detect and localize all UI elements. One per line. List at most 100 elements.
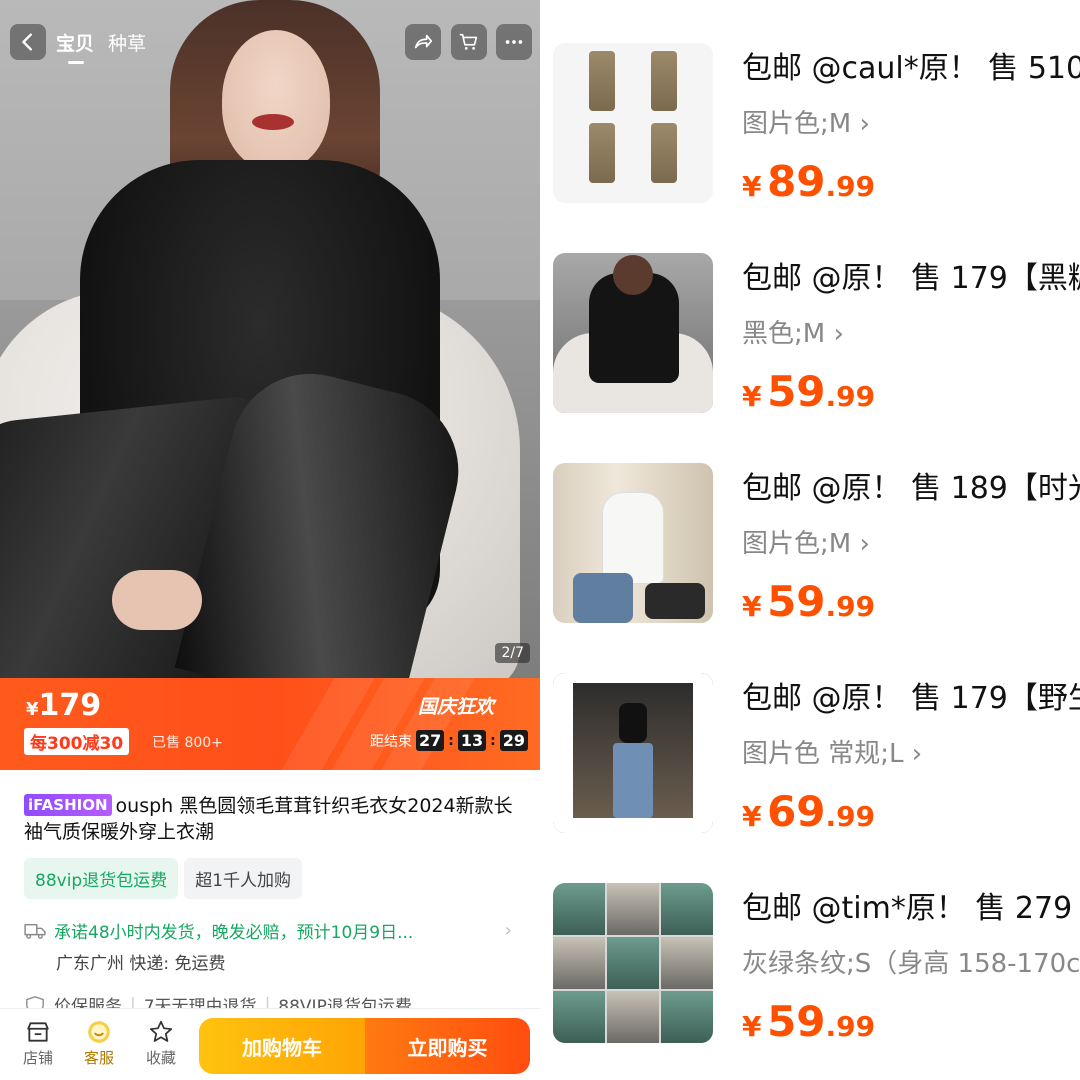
order-spec[interactable]: 图片色;M ›: [742, 523, 870, 560]
more-button[interactable]: [496, 24, 532, 60]
thumbnail-top: [619, 703, 647, 743]
price-currency: ¥: [742, 170, 762, 203]
list-item[interactable]: 包邮 @原！ 售 179【黑糖 黑色;M › ¥ 59.99: [540, 253, 1080, 453]
order-price: ¥ 89.99: [742, 157, 875, 206]
star-icon: [149, 1020, 173, 1042]
current-price: ¥179: [26, 688, 101, 723]
image-page-counter: 2/7: [495, 643, 530, 663]
order-spec[interactable]: 图片色;M ›: [742, 103, 870, 140]
photo-model-lips: [252, 114, 294, 130]
store-label: 店铺: [22, 1049, 53, 1067]
price-currency: ¥: [742, 800, 762, 833]
ifashion-badge: iFASHION: [24, 794, 112, 816]
thumbnail-collage-tile: [661, 991, 713, 1043]
thumbnail-jeans: [573, 573, 633, 623]
thumbnail-white-shirt: [603, 493, 663, 583]
thumbnail-collage-tile: [553, 883, 605, 935]
order-price: ¥ 59.99: [742, 577, 875, 626]
chevron-right-icon: ›: [833, 319, 844, 349]
favorite-button[interactable]: 收藏: [133, 1019, 189, 1068]
tag-add-cart-count[interactable]: 超1千人加购: [184, 858, 303, 899]
tab-recommend[interactable]: 种草: [108, 29, 146, 56]
thumbnail-pants-image: [651, 51, 677, 111]
price-integer: 69: [767, 787, 826, 836]
order-spec[interactable]: 黑色;M ›: [742, 313, 844, 350]
tag-vip-return[interactable]: 88vip退货包运费: [24, 858, 179, 899]
price-integer: 59: [767, 577, 826, 626]
shipping-promise-text: 承诺48小时内发货，晚发必赔，预计10月9日...: [54, 923, 414, 943]
photo-model-hand: [112, 570, 202, 630]
countdown-seconds: 29: [499, 730, 528, 751]
order-price: ¥ 59.99: [742, 997, 875, 1046]
price-decimal: .99: [825, 1010, 876, 1043]
back-button[interactable]: [10, 24, 46, 60]
shipping-promise: 承诺48小时内发货，晚发必赔，预计10月9日...: [24, 918, 524, 943]
product-tags: 88vip退货包运费 超1千人加购: [24, 858, 303, 899]
product-title[interactable]: iFASHION ousph 黑色圆领毛茸茸针织毛衣女2024新款长袖气质保暖外穿…: [24, 793, 524, 845]
thumbnail-collage-tile: [607, 937, 659, 989]
thumbnail-collage-tile: [553, 937, 605, 989]
price-decimal: .99: [825, 380, 876, 413]
customer-service-button[interactable]: 客服: [71, 1019, 127, 1068]
thumbnail-pants-image: [589, 51, 615, 111]
price-currency: ¥: [26, 699, 39, 720]
order-spec-text: 图片色 常规;L: [742, 739, 904, 769]
store-button[interactable]: 店铺: [10, 1019, 66, 1068]
order-thumbnail[interactable]: [553, 883, 713, 1043]
price-integer: 89: [767, 157, 826, 206]
order-thumbnail[interactable]: [553, 253, 713, 413]
price-currency: ¥: [742, 590, 762, 623]
list-item[interactable]: 包邮 @原！ 售 179【野生 图片色 常规;L › ¥ 69.99: [540, 673, 1080, 873]
share-icon: [414, 34, 433, 49]
list-item[interactable]: 包邮 @原！ 售 189【时光 图片色;M › ¥ 59.99: [540, 463, 1080, 663]
store-icon: [27, 1022, 49, 1042]
order-spec[interactable]: 灰绿条纹;S（身高 158-170c: [742, 943, 1080, 980]
price-value: 179: [38, 688, 102, 723]
thumbnail-collage-tile: [661, 937, 713, 989]
countdown: 距结束 27 : 13 : 29: [370, 730, 528, 751]
list-item[interactable]: 包邮 @tim*原！ 售 279【 灰绿条纹;S（身高 158-170c ¥ 5…: [540, 883, 1080, 1080]
product-detail-panel: 宝贝 种草 2/7 ¥179 每300减30 已售 800+ 国庆狂欢 距结束 …: [0, 0, 540, 1080]
order-title: 包邮 @原！ 售 179【野生: [742, 681, 1080, 716]
countdown-separator: :: [448, 732, 454, 749]
order-price: ¥ 69.99: [742, 787, 875, 836]
price-integer: 59: [767, 367, 826, 416]
sold-count: 已售 800+: [152, 735, 223, 751]
product-photo[interactable]: 宝贝 种草 2/7: [0, 0, 540, 678]
list-item[interactable]: 包邮 @caul*原！ 售 510 图片色;M › ¥ 89.99: [540, 43, 1080, 243]
order-list-panel: 包邮 @caul*原！ 售 510 图片色;M › ¥ 89.99 包邮 @原！…: [540, 0, 1080, 1080]
shipping-info[interactable]: 承诺48小时内发货，晚发必赔，预计10月9日... 广东广州 快递: 免运费 ›: [24, 918, 524, 974]
price-decimal: .99: [825, 170, 876, 203]
cart-icon: [459, 33, 478, 50]
price-currency: ¥: [742, 380, 762, 413]
favorite-label: 收藏: [145, 1049, 176, 1067]
tab-product[interactable]: 宝贝: [56, 29, 94, 64]
thumbnail-collage-tile: [553, 991, 605, 1043]
countdown-minutes: 13: [457, 730, 487, 751]
thumbnail-jeans: [613, 743, 653, 818]
order-thumbnail[interactable]: [553, 43, 713, 203]
order-spec[interactable]: 图片色 常规;L ›: [742, 733, 922, 770]
order-thumbnail[interactable]: [553, 673, 713, 833]
chevron-right-icon: ›: [504, 920, 512, 941]
event-title: 国庆狂欢: [417, 696, 494, 718]
cart-button[interactable]: [451, 24, 487, 60]
price-banner: ¥179 每300减30 已售 800+ 国庆狂欢 距结束 27 : 13 : …: [0, 678, 540, 770]
order-spec-text: 图片色;M: [742, 529, 852, 559]
share-button[interactable]: [405, 24, 441, 60]
order-thumbnail[interactable]: [553, 463, 713, 623]
order-title: 包邮 @原！ 售 179【黑糖: [742, 261, 1080, 296]
thumbnail-pants-image: [651, 123, 677, 183]
more-icon: [505, 40, 523, 44]
buy-now-button[interactable]: 立即购买: [365, 1018, 530, 1074]
thumbnail-pants-image: [589, 123, 615, 183]
order-spec-text: 图片色;M: [742, 109, 852, 139]
price-integer: 59: [767, 997, 826, 1046]
price-decimal: .99: [825, 590, 876, 623]
shipping-origin: 广东广州 快递: 免运费: [56, 954, 226, 974]
promo-tag: 每300减30: [24, 728, 130, 755]
chevron-right-icon: ›: [859, 109, 870, 139]
chevron-left-icon: [22, 33, 32, 51]
add-to-cart-button[interactable]: 加购物车: [199, 1018, 365, 1074]
countdown-separator: :: [490, 732, 496, 749]
